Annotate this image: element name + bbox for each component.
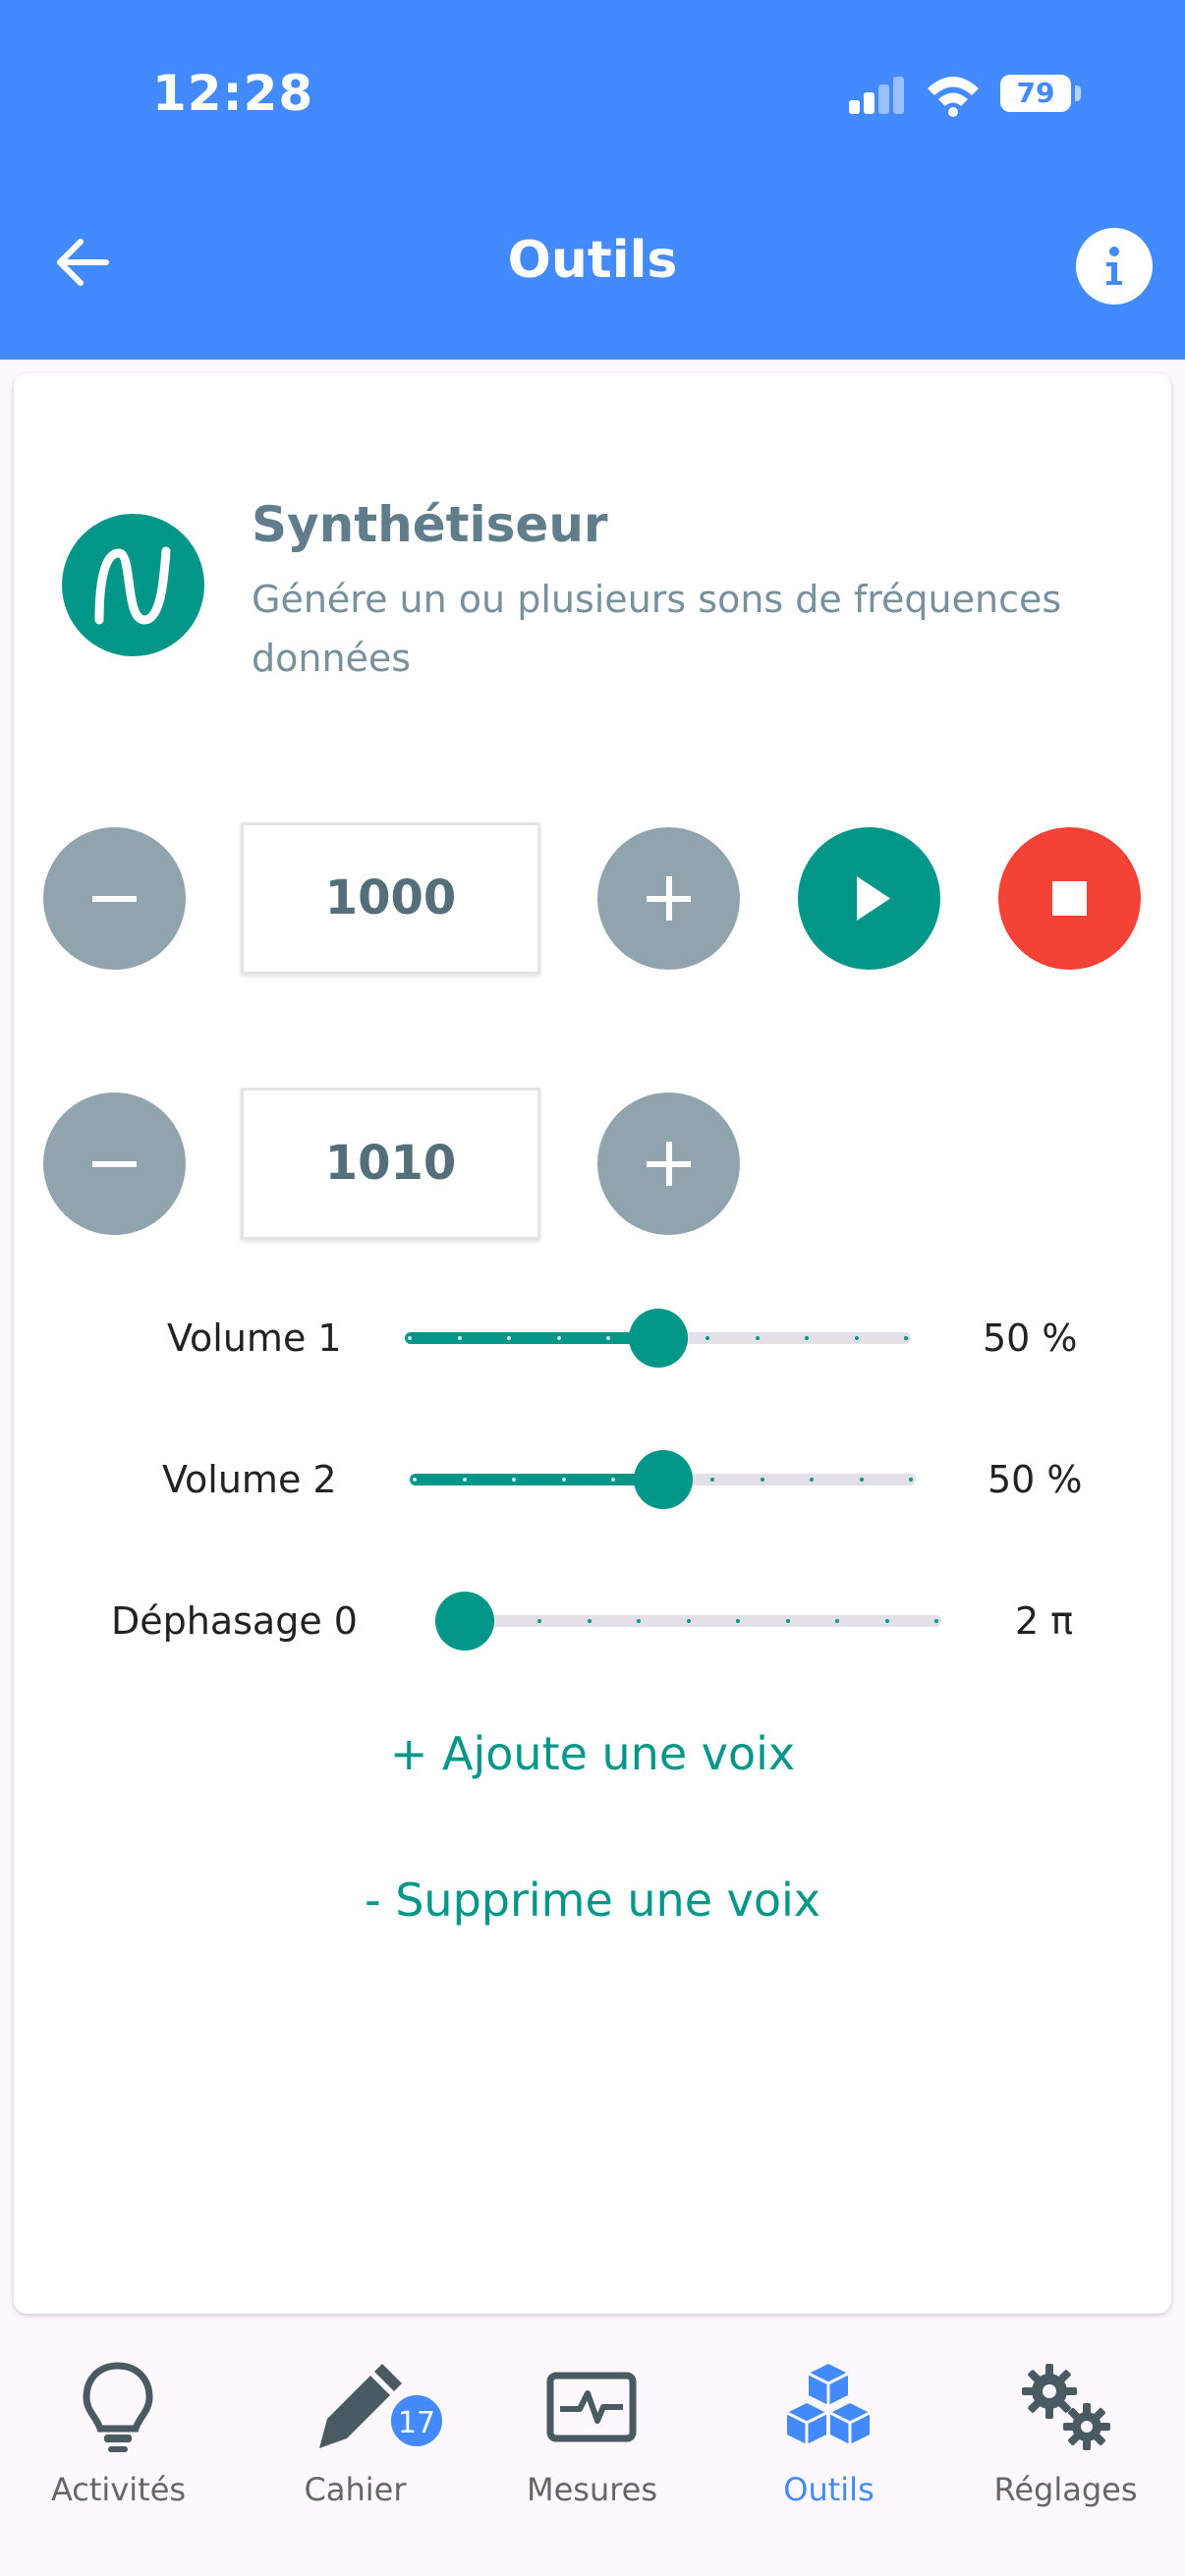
nav-label: Mesures (526, 2471, 658, 2508)
pencil-icon (319, 2364, 402, 2448)
cahier-badge: 17 (388, 2392, 445, 2449)
slider-tick (611, 1478, 615, 1482)
volume-1-label: Volume 1 (167, 1316, 342, 1360)
volume-1-value: 50 % (983, 1316, 1078, 1360)
decrease-frequency-1-button[interactable] (43, 827, 186, 970)
add-voice-link[interactable]: + Ajoute une voix (0, 1727, 1185, 1780)
remove-voice-link[interactable]: - Supprime une voix (0, 1874, 1185, 1927)
cubes-icon (786, 2364, 871, 2444)
slider-tick (408, 1336, 412, 1340)
slider-tick (884, 1619, 889, 1623)
slider-tick (835, 1619, 839, 1623)
frequency-2-input[interactable]: 1010 (241, 1088, 540, 1240)
volume-2-slider[interactable] (410, 1450, 916, 1509)
slider-tick (507, 1336, 511, 1340)
slider-tick (805, 1336, 809, 1340)
nav-label: Outils (783, 2471, 875, 2508)
slider-fill (410, 1474, 663, 1485)
phase-slider[interactable] (435, 1592, 941, 1651)
slider-thumb[interactable] (435, 1592, 494, 1651)
nav-item-outils[interactable]: Outils (710, 2338, 947, 2574)
nav-item-mesures[interactable]: Mesures (474, 2338, 710, 2574)
slider-thumb[interactable] (633, 1450, 693, 1509)
tool-description: Génére un ou plusieurs sons de fréquence… (252, 578, 1062, 680)
plus-icon (647, 876, 691, 921)
slider-thumb[interactable] (628, 1309, 688, 1368)
battery-tip (1075, 85, 1081, 101)
info-button[interactable] (1076, 228, 1153, 305)
pulse-monitor-icon (546, 2372, 637, 2442)
slider-tick (606, 1336, 610, 1340)
slider-tick (587, 1619, 592, 1623)
minus-icon (92, 1161, 137, 1167)
stop-button[interactable] (998, 827, 1141, 970)
nav-item-reglages[interactable]: Réglages (947, 2338, 1184, 2574)
increase-frequency-1-button[interactable] (597, 827, 740, 970)
volume-2-value: 50 % (988, 1458, 1083, 1501)
slider-tick (859, 1478, 864, 1482)
nav-label: Cahier (304, 2471, 407, 2508)
nav-label: Réglages (993, 2471, 1138, 2508)
minus-icon (92, 896, 137, 902)
app-header: 12:28 79 Outils (0, 0, 1185, 360)
play-button[interactable] (798, 827, 940, 970)
slider-tick (904, 1336, 908, 1340)
slider-tick (934, 1619, 938, 1623)
slider-tick (556, 1336, 561, 1340)
page-title: Outils (507, 231, 678, 290)
slider-tick (785, 1619, 790, 1623)
slider-tick (736, 1619, 740, 1623)
stop-icon (1052, 881, 1087, 916)
nav-item-activites[interactable]: Activités (0, 2338, 237, 2574)
slider-tick (710, 1478, 714, 1482)
slider-tick (462, 1478, 467, 1482)
nav-item-cahier[interactable]: Cahier (237, 2338, 474, 2574)
wifi-icon (928, 77, 979, 117)
battery-icon: 79 (1000, 75, 1071, 112)
slider-tick (457, 1336, 462, 1340)
slider-tick (909, 1478, 913, 1482)
slider-tick (705, 1336, 709, 1340)
volume-1-slider[interactable] (405, 1309, 911, 1368)
slider-tick (537, 1619, 541, 1623)
slider-tick (413, 1478, 417, 1482)
nav-label: Activités (50, 2471, 187, 2508)
plus-icon (647, 1142, 691, 1186)
decrease-frequency-2-button[interactable] (43, 1092, 186, 1235)
slider-tick (686, 1619, 691, 1623)
volume-2-label: Volume 2 (162, 1458, 337, 1501)
gears-icon (1022, 2364, 1110, 2450)
info-icon (1106, 247, 1122, 285)
slider-fill (405, 1332, 658, 1344)
slider-tick (854, 1336, 859, 1340)
status-time: 12:28 (152, 65, 314, 122)
synth-wave-icon (62, 514, 204, 656)
slider-tick (637, 1619, 641, 1623)
slider-tick (760, 1478, 764, 1482)
lightbulb-icon (83, 2362, 153, 2452)
phase-value: 2 π (1015, 1599, 1074, 1643)
frequency-1-input[interactable]: 1000 (241, 822, 540, 975)
cellular-signal-icon (847, 71, 906, 118)
tool-title: Synthétiseur (252, 496, 608, 553)
slider-tick (512, 1478, 516, 1482)
slider-tick (755, 1336, 760, 1340)
play-icon (857, 876, 890, 921)
phase-label: Déphasage 0 (111, 1599, 358, 1643)
slider-tick (561, 1478, 566, 1482)
slider-tick (810, 1478, 814, 1482)
increase-frequency-2-button[interactable] (597, 1092, 740, 1235)
